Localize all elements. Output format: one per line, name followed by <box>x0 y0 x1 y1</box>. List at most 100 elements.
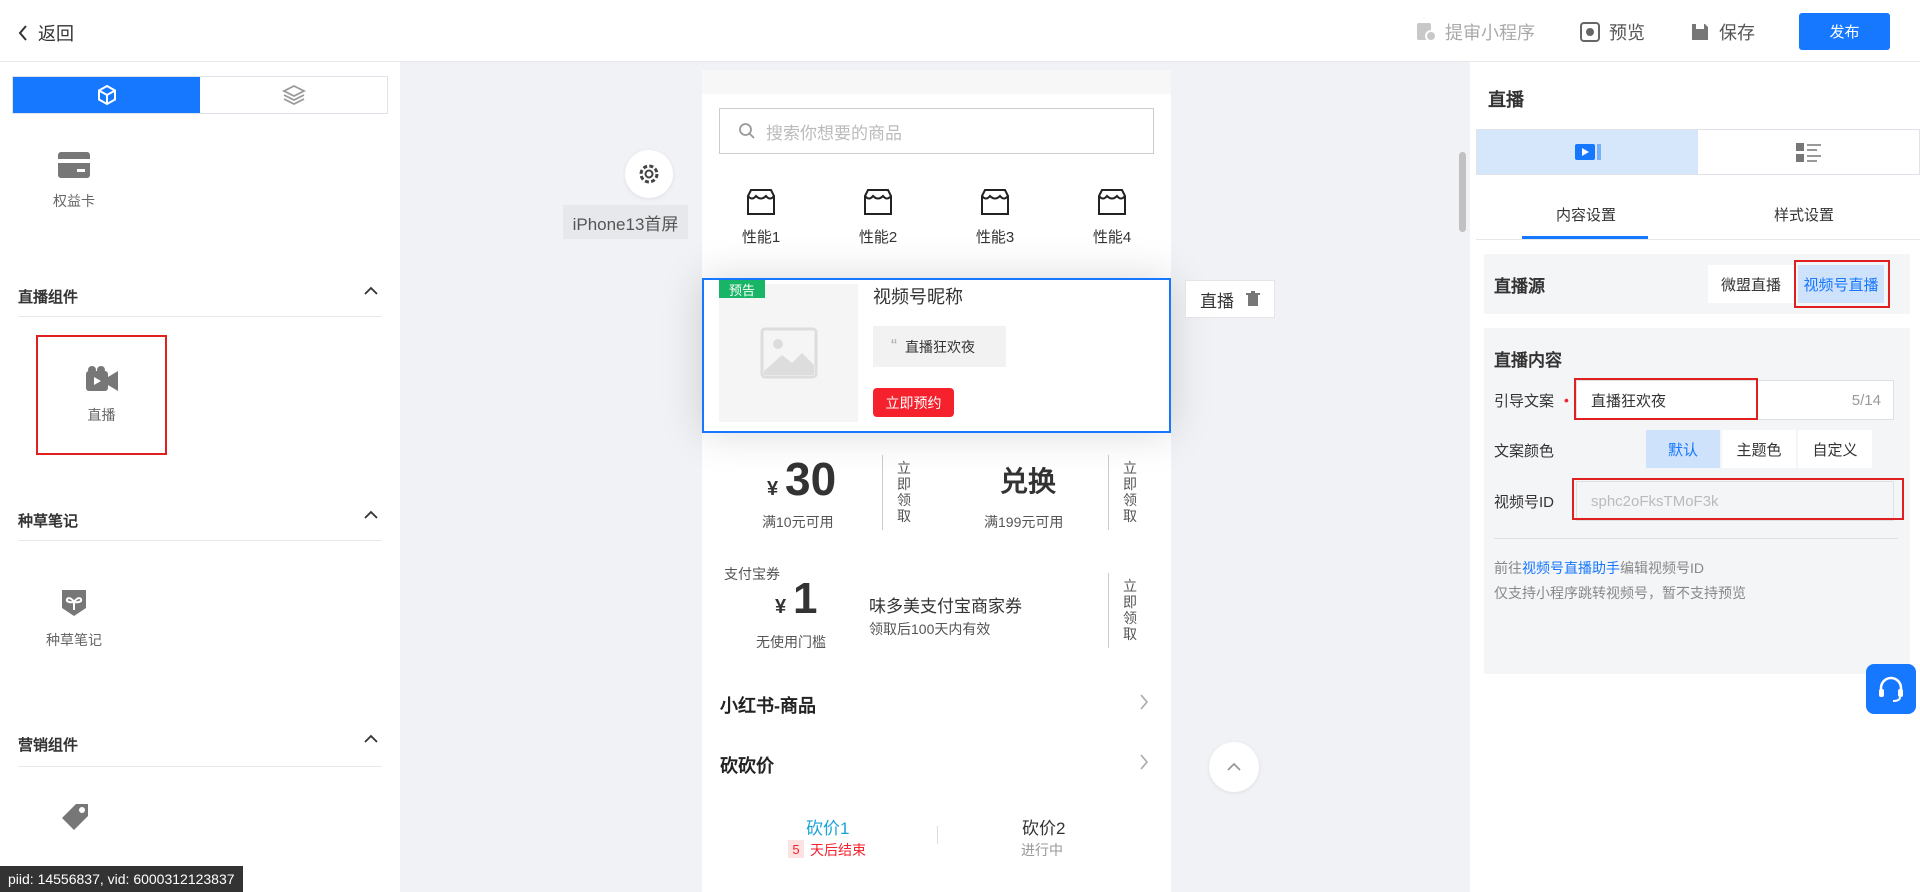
char-count: 5/14 <box>1851 391 1881 409</box>
live-card-selected[interactable]: 预告 视频号昵称 “ 直播狂欢夜 立即预约 <box>702 278 1171 433</box>
customer-service-button[interactable] <box>1866 664 1916 714</box>
coupon-amount: 1 <box>793 574 818 623</box>
channels-assistant-link[interactable]: 视频号直播助手 <box>1522 560 1620 576</box>
save-icon <box>1692 23 1708 40</box>
component-panel: 权益卡 直播组件 直播 种草笔记 种草笔记 营销组件 <box>0 62 400 892</box>
preview-button[interactable]: 预览 <box>1579 19 1645 45</box>
store-icon <box>981 189 1009 215</box>
coupon-claim-button[interactable]: 立即领取 <box>1123 578 1137 642</box>
debug-id-label: piid: 14556837, vid: 6000312123837 <box>0 866 243 892</box>
divider <box>1108 455 1109 530</box>
currency-symbol: ¥ <box>775 596 787 618</box>
bargain-status: 进行中 <box>1021 842 1063 858</box>
category-label: 性能4 <box>1092 229 1132 246</box>
save-label: 保存 <box>1719 22 1755 43</box>
category-item[interactable]: 性能4 <box>1072 188 1152 247</box>
chevron-up-icon[interactable] <box>364 510 378 520</box>
marketing-section-title: 营销组件 <box>18 737 79 754</box>
category-label: 性能1 <box>741 229 781 246</box>
chevron-up-icon[interactable] <box>364 734 378 744</box>
live-quote: “ 直播狂欢夜 <box>873 326 1006 367</box>
divider <box>1494 538 1898 539</box>
page-label: iPhone13首屏 <box>563 205 688 239</box>
tab-components[interactable] <box>13 77 200 113</box>
preview-icon <box>1580 21 1600 42</box>
bargain-title: 砍价2 <box>1022 819 1066 838</box>
hint-prefix: 前往 <box>1494 560 1522 576</box>
publish-button[interactable]: 发布 <box>1799 13 1890 50</box>
channel-id-label: 视频号ID <box>1494 494 1555 511</box>
notes-component-label: 种草笔记 <box>46 632 102 648</box>
color-custom[interactable]: 自定义 <box>1798 430 1872 468</box>
subtab-style[interactable]: 样式设置 <box>1774 204 1834 225</box>
headset-icon <box>1879 676 1903 702</box>
highlight-box <box>1794 260 1890 308</box>
coupon-condition: 满10元可用 <box>762 514 834 530</box>
page-settings-button[interactable] <box>625 150 673 198</box>
live-thumbnail <box>719 284 858 422</box>
store-icon <box>1098 189 1126 215</box>
audit-icon <box>1417 22 1437 42</box>
currency-symbol: ¥ <box>767 478 779 500</box>
divider <box>937 826 938 844</box>
scroll-top-button[interactable] <box>1209 742 1259 792</box>
coupon-condition: 满199元可用 <box>984 514 1064 530</box>
row-title-xhs[interactable]: 小红书-商品 <box>720 692 816 718</box>
category-item[interactable]: 性能2 <box>838 188 918 247</box>
top-bar: 返回 提审小程序 预览 保存 发布 <box>0 0 1920 62</box>
content-box: 直播内容 引导文案 • 直播狂欢夜 5/14 文案颜色 默认 主题色 自定义 视… <box>1484 328 1910 674</box>
component-float-tag[interactable]: 直播 <box>1185 280 1275 318</box>
chevron-up-icon <box>1227 762 1241 771</box>
trash-icon[interactable] <box>1246 291 1260 307</box>
tab-live-settings[interactable] <box>1477 130 1698 174</box>
save-button[interactable]: 保存 <box>1689 19 1755 45</box>
chevron-right-icon[interactable] <box>1139 694 1149 710</box>
bargain-status: 天后结束 <box>810 842 866 858</box>
search-placeholder: 搜索你想要的商品 <box>766 123 902 143</box>
component-tabs <box>12 76 388 114</box>
gear-icon <box>639 164 659 184</box>
reserve-button[interactable]: 立即预约 <box>873 388 954 417</box>
highlight-box <box>1574 378 1758 420</box>
coupon-claim-button[interactable]: 立即领取 <box>897 460 911 524</box>
tag-icon[interactable] <box>58 800 92 834</box>
live-section-title: 直播组件 <box>18 289 79 306</box>
settings-tabs <box>1476 129 1920 175</box>
phone-top-strip <box>702 70 1171 94</box>
divider <box>18 316 382 317</box>
back-button[interactable]: 返回 <box>18 20 74 46</box>
live-name: 视频号昵称 <box>873 287 963 307</box>
preview-label: 预览 <box>1609 22 1645 43</box>
color-theme[interactable]: 主题色 <box>1722 430 1796 468</box>
canvas-scrollbar[interactable] <box>1459 152 1466 232</box>
live-component-label: 直播 <box>87 407 116 423</box>
days-badge: 5 <box>788 840 804 858</box>
video-play-icon <box>1574 144 1601 160</box>
cube-icon <box>97 84 116 106</box>
chevron-up-icon[interactable] <box>364 286 378 296</box>
color-label: 文案颜色 <box>1494 443 1555 460</box>
submit-miniprogram-button[interactable]: 提审小程序 <box>1415 19 1535 45</box>
layers-icon <box>281 84 306 106</box>
panel-title: 直播 <box>1488 90 1524 110</box>
color-default[interactable]: 默认 <box>1646 430 1720 468</box>
divider <box>1108 573 1109 648</box>
divider <box>1476 239 1920 240</box>
category-item[interactable]: 性能1 <box>721 188 801 247</box>
source-weimeng[interactable]: 微盟直播 <box>1708 265 1794 303</box>
search-input[interactable]: 搜索你想要的商品 <box>719 108 1154 154</box>
chevron-left-icon <box>18 25 27 41</box>
source-label: 直播源 <box>1494 277 1545 296</box>
tab-list-settings[interactable] <box>1698 130 1919 174</box>
chevron-right-icon[interactable] <box>1139 754 1149 770</box>
component-notes[interactable]: 种草笔记 <box>10 559 138 677</box>
component-live[interactable]: 直播 <box>36 335 167 455</box>
required-mark: • <box>1564 392 1569 408</box>
subtab-content[interactable]: 内容设置 <box>1556 204 1616 225</box>
component-benefit-card[interactable]: 权益卡 <box>10 122 138 240</box>
category-item[interactable]: 性能3 <box>955 188 1035 247</box>
coupon-claim-button[interactable]: 立即领取 <box>1123 460 1137 524</box>
leaf-icon <box>62 590 86 616</box>
row-title-bargain[interactable]: 砍砍价 <box>720 752 774 778</box>
tab-layers[interactable] <box>200 77 387 113</box>
